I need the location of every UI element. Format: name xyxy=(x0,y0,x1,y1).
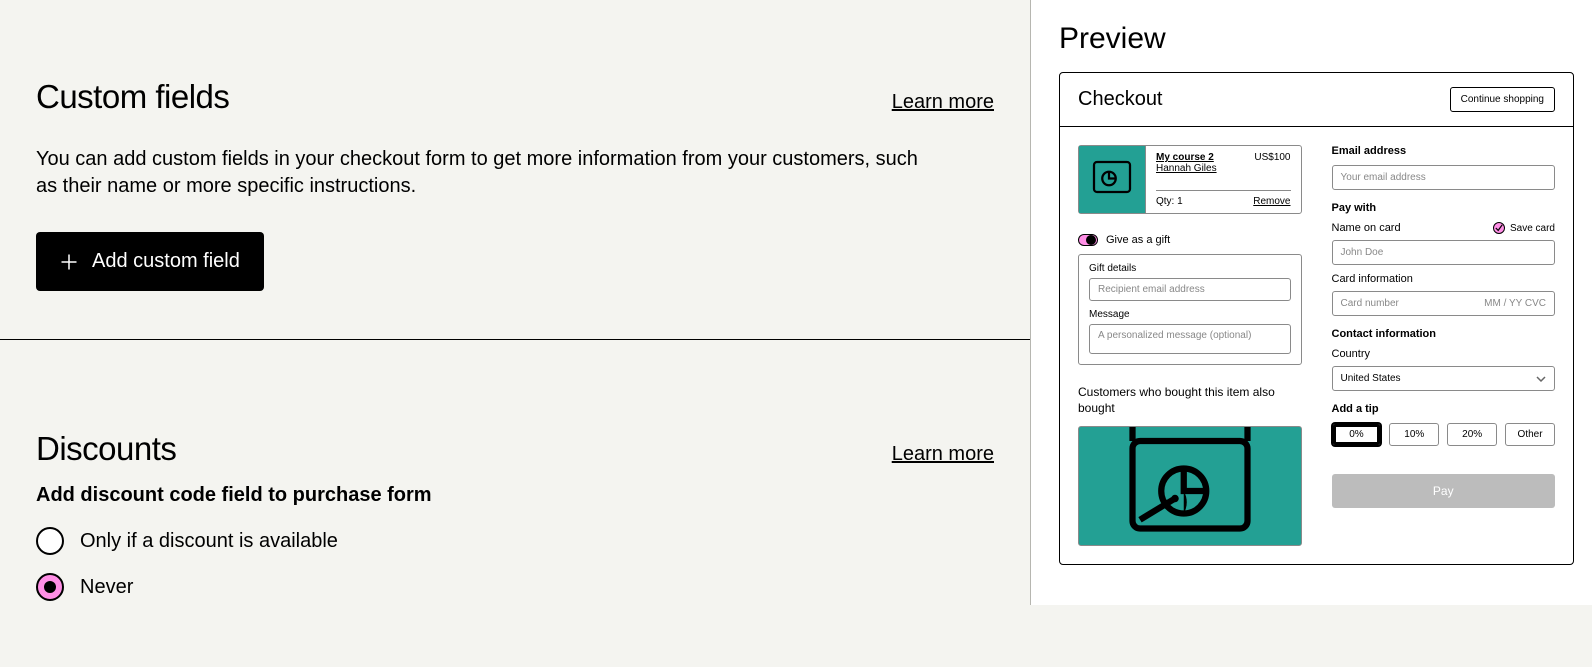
pay-button[interactable]: Pay xyxy=(1332,474,1556,508)
tip-option-other[interactable]: Other xyxy=(1505,423,1555,446)
radio-icon xyxy=(36,573,64,601)
product-thumbnail xyxy=(1079,146,1146,213)
discount-option-available[interactable]: Only if a discount is available xyxy=(36,527,994,555)
discount-option-never[interactable]: Never xyxy=(36,573,994,601)
gift-message-label: Message xyxy=(1089,309,1291,320)
chevron-down-icon xyxy=(1536,374,1546,384)
preview-panel: Preview Checkout Continue shopping xyxy=(1031,0,1592,605)
tip-option-10[interactable]: 10% xyxy=(1389,423,1439,446)
gift-message-input[interactable]: A personalized message (optional) xyxy=(1089,324,1291,354)
discount-field-heading: Add discount code field to purchase form xyxy=(36,484,994,507)
country-label: Country xyxy=(1332,348,1556,360)
checkout-left-col: My course 2 Hannah Giles US$100 Qty: 1 R… xyxy=(1078,145,1302,546)
add-custom-field-button[interactable]: Add custom field xyxy=(36,232,264,291)
remove-item-link[interactable]: Remove xyxy=(1253,196,1290,207)
email-input[interactable]: Your email address xyxy=(1332,165,1556,190)
save-card-checkbox[interactable] xyxy=(1493,222,1505,234)
checkout-right-col: Email address Your email address Pay wit… xyxy=(1332,145,1556,546)
preview-frame: Checkout Continue shopping xyxy=(1059,72,1574,565)
gift-details-box: Gift details Recipient email address Mes… xyxy=(1078,254,1302,365)
name-on-card-input[interactable]: John Doe xyxy=(1332,240,1556,265)
custom-fields-section: Custom fields Learn more You can add cus… xyxy=(0,0,1030,340)
course-icon xyxy=(1115,426,1265,546)
checkout-heading: Checkout xyxy=(1078,88,1163,111)
gift-toggle-label: Give as a gift xyxy=(1106,234,1170,246)
tip-option-0[interactable]: 0% xyxy=(1332,423,1382,446)
custom-fields-description: You can add custom fields in your checko… xyxy=(36,146,936,200)
country-value: United States xyxy=(1341,373,1401,384)
continue-shopping-button[interactable]: Continue shopping xyxy=(1450,87,1555,112)
discounts-section: Discounts Learn more Add discount code f… xyxy=(0,340,1030,667)
card-number-input[interactable]: Card number MM / YY CVC xyxy=(1332,291,1556,316)
discounts-learn-more[interactable]: Learn more xyxy=(892,443,994,466)
gift-details-label: Gift details xyxy=(1089,263,1291,274)
contact-heading: Contact information xyxy=(1332,328,1556,340)
course-icon xyxy=(1088,156,1136,204)
discount-option-available-label: Only if a discount is available xyxy=(80,530,338,553)
check-icon xyxy=(1495,224,1503,232)
cart-item: My course 2 Hannah Giles US$100 Qty: 1 R… xyxy=(1078,145,1302,214)
country-select[interactable]: United States xyxy=(1332,366,1556,391)
settings-panel: Custom fields Learn more You can add cus… xyxy=(0,0,1031,605)
product-name[interactable]: My course 2 xyxy=(1156,152,1217,163)
product-seller[interactable]: Hannah Giles xyxy=(1156,163,1217,174)
custom-fields-title: Custom fields xyxy=(36,78,229,116)
gift-toggle[interactable] xyxy=(1078,234,1098,246)
product-qty: Qty: 1 xyxy=(1156,196,1183,207)
discounts-title: Discounts xyxy=(36,430,176,468)
discount-option-never-label: Never xyxy=(80,576,133,599)
custom-fields-learn-more[interactable]: Learn more xyxy=(892,91,994,114)
preview-title: Preview xyxy=(1059,22,1574,56)
tip-heading: Add a tip xyxy=(1332,403,1556,415)
add-custom-field-label: Add custom field xyxy=(92,250,240,273)
name-on-card-label: Name on card xyxy=(1332,222,1401,234)
save-card-label: Save card xyxy=(1510,223,1555,234)
paywith-heading: Pay with xyxy=(1332,202,1556,214)
product-price: US$100 xyxy=(1254,152,1290,174)
card-info-label: Card information xyxy=(1332,273,1556,285)
recipient-email-input[interactable]: Recipient email address xyxy=(1089,278,1291,301)
radio-icon xyxy=(36,527,64,555)
recommendation-card[interactable] xyxy=(1078,426,1302,546)
plus-icon xyxy=(60,253,78,271)
email-heading: Email address xyxy=(1332,145,1556,157)
tip-option-20[interactable]: 20% xyxy=(1447,423,1497,446)
recommendations-title: Customers who bought this item also boug… xyxy=(1078,385,1302,416)
